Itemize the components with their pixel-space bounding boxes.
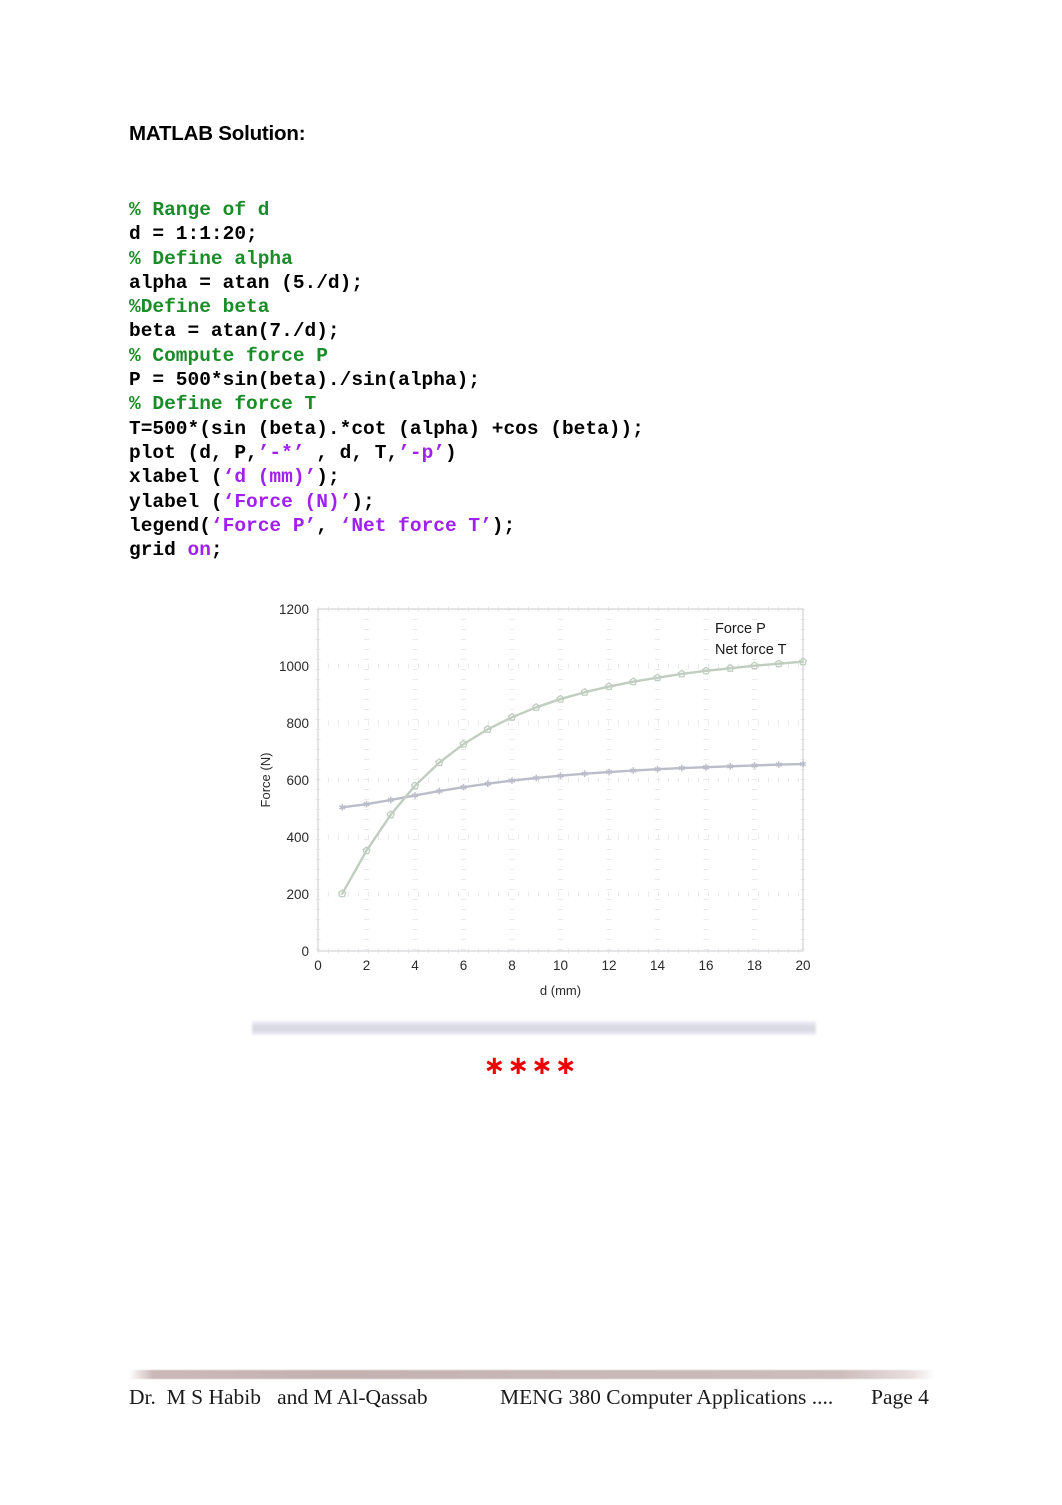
- x-tick-label: 6: [460, 958, 468, 973]
- code-token-comment: % Define force T: [129, 393, 317, 416]
- force-vs-d-line-chart: 0 2 4 6 8 10 12 14 16 18 20020040060080010001200d …: [258, 602, 811, 998]
- code-token-plain: plot (d, P,: [129, 441, 258, 464]
- y-tick-label: 600: [286, 773, 309, 788]
- code-token-string: ‘Net force T’: [339, 514, 492, 537]
- code-token-plain: );: [316, 466, 340, 489]
- page-title: MATLAB Solution:: [129, 122, 306, 145]
- code-token-string: ’-*’: [257, 441, 305, 464]
- code-line: T=500*(sin (beta).*cot (alpha) +cos (bet…: [129, 417, 644, 441]
- code-token-code: d = 1:1:20;: [129, 223, 258, 246]
- x-axis-ticks: 0 2 4 6 8 10 12 14 16 18 20: [314, 958, 810, 973]
- code-token-string: ‘Force (N)’: [222, 490, 352, 513]
- code-token-plain: );: [351, 490, 375, 513]
- legend-entry: Net force T: [715, 642, 787, 658]
- code-line: %Define beta: [129, 295, 644, 319]
- matlab-figure: 0 2 4 6 8 10 12 14 16 18 20 0 200 400 600 800 1000 1200 d …: [250, 588, 816, 1043]
- footer-page-number: Page 4: [871, 1385, 929, 1409]
- footer-rule: [129, 1370, 935, 1379]
- legend-entry: Force P: [715, 621, 766, 637]
- code-token-plain: legend(: [129, 514, 211, 537]
- y-tick-label: 0: [301, 944, 309, 959]
- y-axis-label: Force (N): [258, 753, 273, 808]
- document-page: MATLAB Solution: % Range of dd = 1:1:20;…: [0, 0, 1062, 1505]
- y-axis-ticks: 0 200 400 600 800 1000 1200: [279, 602, 309, 959]
- x-tick-label: 4: [411, 958, 419, 973]
- code-line: % Compute force P: [129, 344, 644, 368]
- code-line: d = 1:1:20;: [129, 222, 644, 246]
- code-token-comment: % Range of d: [129, 199, 270, 221]
- figure-scroll-strip: [252, 1021, 816, 1035]
- code-token-plain: grid: [129, 539, 188, 562]
- matlab-code-block: % Range of dd = 1:1:20;% Define alpha alp…: [129, 198, 644, 562]
- section-separator: ∗∗∗∗: [483, 1050, 579, 1080]
- footer-course: MENG 380 Computer Applications ....: [500, 1385, 834, 1409]
- code-token-plain: );: [491, 514, 516, 537]
- code-line: % Range of d: [129, 198, 644, 222]
- code-line: ylabel (‘Force (N)’);: [129, 490, 644, 514]
- y-tick-label: 400: [286, 830, 309, 845]
- x-tick-label: 20: [795, 958, 810, 973]
- page-footer: Dr. M S Habib and M Al-Qassab MENG 380 C…: [129, 1385, 941, 1419]
- code-token-code: P = 500*sin(beta)./sin(alpha);: [129, 369, 481, 392]
- code-line: alpha = atan (5./d);: [129, 271, 644, 295]
- code-line: xlabel (‘d (mm)’);: [129, 465, 644, 489]
- y-tick-label: 1000: [279, 659, 309, 674]
- code-line: plot (d, P,’-*’ , d, T,’-p’): [129, 441, 644, 465]
- code-line: % Define force T: [129, 392, 644, 416]
- y-tick-label: 200: [286, 887, 309, 902]
- code-line: % Define alpha: [129, 247, 644, 271]
- code-token-plain: xlabel (: [129, 466, 223, 489]
- code-line: grid on;: [129, 538, 644, 562]
- code-token-plain: ;: [210, 539, 223, 562]
- y-tick-label: 1200: [279, 602, 309, 617]
- y-tick-label: 800: [286, 716, 309, 731]
- code-line: beta = atan(7./d);: [129, 319, 644, 343]
- x-axis-label: d (mm): [540, 983, 581, 998]
- code-token-code: T=500*(sin (beta).*cot (alpha) +cos (bet…: [129, 417, 644, 440]
- code-token-plain: ,: [316, 514, 340, 537]
- code-token-string: ’-p’: [398, 441, 445, 464]
- plot-canvas: 0 2 4 6 8 10 12 14 16 18 20 0 200 400 600 800 1000 1200 d …: [250, 588, 816, 1014]
- code-token-comment: %Define beta: [129, 296, 270, 319]
- code-token-kw: on: [187, 539, 211, 562]
- x-tick-label: 10: [553, 958, 568, 973]
- footer-author: Dr. M S Habib and M Al-Qassab: [129, 1385, 428, 1409]
- x-tick-label: 12: [601, 958, 616, 973]
- code-token-comment: % Define alpha: [129, 247, 293, 270]
- x-tick-label: 14: [650, 958, 666, 973]
- code-token-plain: ylabel (: [129, 490, 223, 513]
- x-tick-label: 18: [747, 958, 762, 973]
- code-token-plain: , d, T,: [304, 441, 399, 464]
- code-line: legend(‘Force P’, ‘Net force T’);: [129, 514, 644, 538]
- x-tick-label: 0: [314, 958, 322, 973]
- code-token-code: beta = atan(7./d);: [129, 320, 340, 343]
- code-line: P = 500*sin(beta)./sin(alpha);: [129, 368, 644, 392]
- code-token-plain: ): [444, 441, 457, 464]
- code-token-string: ‘d (mm)’: [222, 466, 317, 489]
- x-tick-label: 16: [698, 958, 713, 973]
- code-token-code: alpha = atan (5./d);: [129, 271, 364, 294]
- x-tick-label: 2: [363, 958, 371, 973]
- code-token-string: ‘Force P’: [210, 514, 317, 537]
- x-tick-label: 8: [508, 958, 516, 973]
- code-token-comment: % Compute force P: [129, 344, 328, 367]
